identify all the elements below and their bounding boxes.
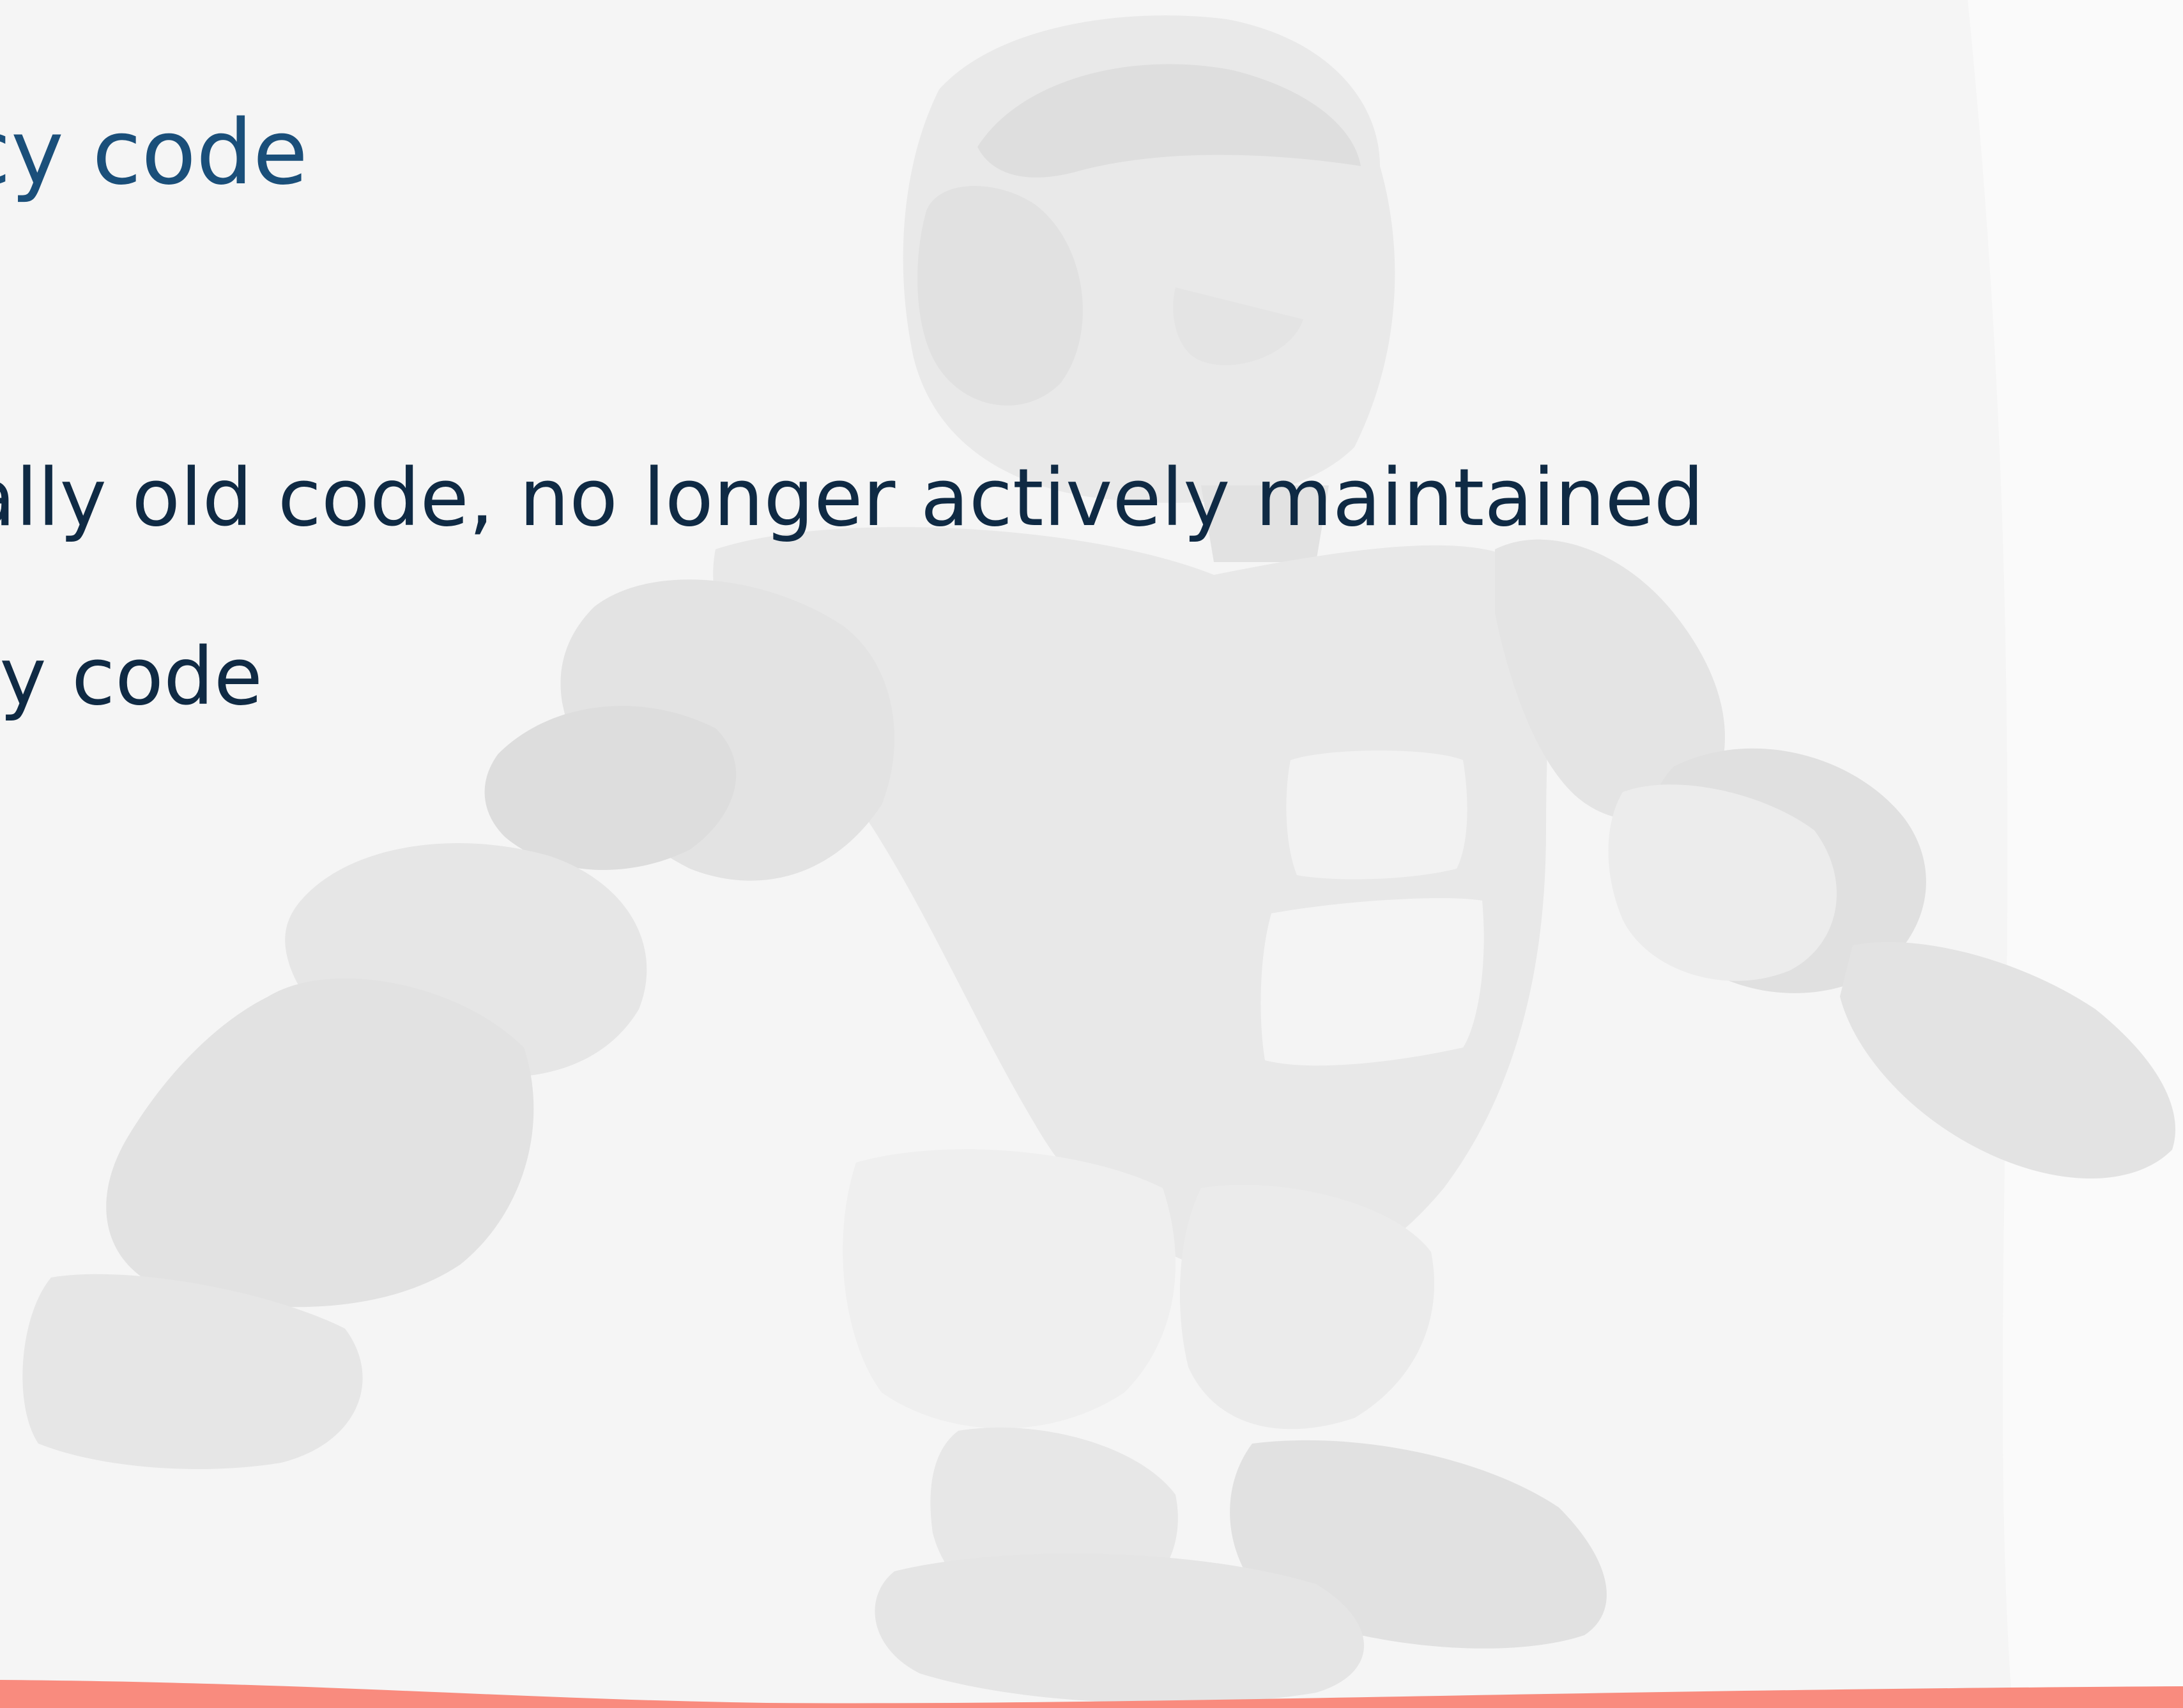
robot-illustration (22, 0, 2183, 1708)
slide-title: cy code (0, 101, 308, 205)
bullet-item: ually old code, no longer actively maint… (0, 452, 1704, 544)
slide: cy code ually old code, no longer active… (0, 0, 2183, 1708)
footer-wave (0, 1680, 2183, 1708)
bullet-item: ssy code (0, 631, 263, 723)
